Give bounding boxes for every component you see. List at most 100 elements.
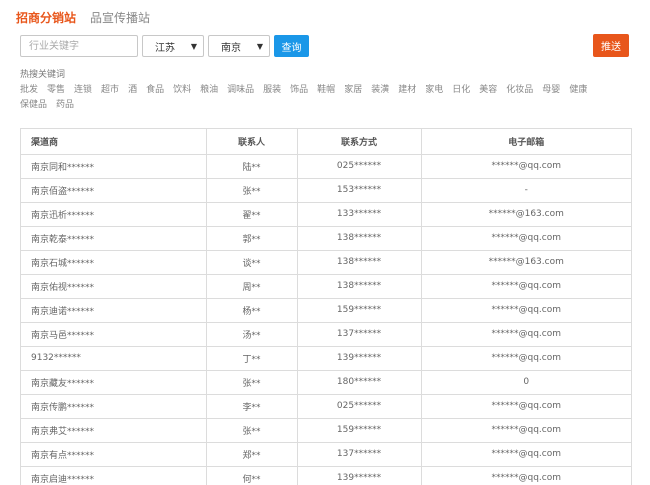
table-row: 9132****** 丁** 139****** ******@qq.com bbox=[21, 346, 631, 371]
header-email: 电子邮箱 bbox=[421, 129, 631, 155]
cell-email: ******@qq.com bbox=[421, 418, 631, 443]
table-row: 南京佰盗****** 张** 153****** - bbox=[21, 178, 631, 203]
hot-keyword-item[interactable]: 药品 bbox=[56, 99, 74, 111]
hot-keyword-item[interactable]: 建材 bbox=[398, 84, 416, 96]
cell-contact-method: 159****** bbox=[297, 298, 422, 323]
query-button[interactable]: 查询 bbox=[274, 35, 309, 57]
cell-distributor: 南京石城****** bbox=[21, 250, 207, 275]
table-row: 南京弗艾****** 张** 159****** ******@qq.com bbox=[21, 418, 631, 443]
cell-contact-method: 137****** bbox=[297, 322, 422, 347]
cell-contact-method: 139****** bbox=[297, 346, 422, 371]
hot-keyword-item[interactable]: 装潢 bbox=[371, 84, 389, 96]
table-row: 南京石城****** 谈** 138****** ******@163.com bbox=[21, 250, 631, 275]
cell-email: ******@qq.com bbox=[421, 394, 631, 419]
city-select[interactable]: 南京 ▼ bbox=[208, 35, 270, 57]
cell-distributor: 南京启迪****** bbox=[21, 466, 207, 485]
header-distributor: 渠道商 bbox=[21, 129, 207, 155]
cell-distributor: 南京马邑****** bbox=[21, 322, 207, 347]
cell-contact-method: 153****** bbox=[297, 178, 422, 203]
cell-contact-method: 138****** bbox=[297, 226, 422, 251]
hot-keyword-item[interactable]: 保健品 bbox=[20, 99, 47, 111]
cell-contact-person: 张** bbox=[206, 178, 298, 203]
cell-contact-person: 杨** bbox=[206, 298, 298, 323]
table-row: 南京传鹏****** 李** 025****** ******@qq.com bbox=[21, 394, 631, 419]
tab-brand-promotion[interactable]: 品宣传播站 bbox=[90, 10, 150, 26]
table-row: 南京藏友****** 张** 180****** 0 bbox=[21, 370, 631, 395]
cell-contact-person: 谈** bbox=[206, 250, 298, 275]
table-row: 南京有点****** 郑** 137****** ******@qq.com bbox=[21, 442, 631, 467]
header-contact-person: 联系人 bbox=[206, 129, 298, 155]
hot-keywords-title: 热搜关键词 bbox=[20, 70, 66, 80]
cell-contact-method: 025****** bbox=[297, 154, 422, 179]
cell-email: ******@qq.com bbox=[421, 274, 631, 299]
cell-distributor: 南京佑视****** bbox=[21, 274, 207, 299]
table-row: 南京同和****** 陆** 025****** ******@qq.com bbox=[21, 154, 631, 179]
table-row: 南京迪诺****** 杨** 159****** ******@qq.com bbox=[21, 298, 631, 323]
hot-keyword-item[interactable]: 家居 bbox=[344, 84, 362, 96]
cell-contact-person: 何** bbox=[206, 466, 298, 485]
cell-email: ******@163.com bbox=[421, 202, 631, 227]
push-button[interactable]: 推送 bbox=[593, 34, 629, 57]
hot-keyword-item[interactable]: 美容 bbox=[479, 84, 497, 96]
cell-email: ******@qq.com bbox=[421, 298, 631, 323]
hot-keyword-item[interactable]: 食品 bbox=[146, 84, 164, 96]
hot-keyword-item[interactable]: 服装 bbox=[263, 84, 281, 96]
hot-keyword-item[interactable]: 调味品 bbox=[227, 84, 254, 96]
cell-email: ******@qq.com bbox=[421, 322, 631, 347]
distributor-table: 渠道商 联系人 联系方式 电子邮箱 南京同和****** 陆** 025******… bbox=[20, 128, 632, 485]
tab-merchant-distribution[interactable]: 招商分销站 bbox=[16, 10, 76, 26]
hot-keyword-item[interactable]: 连锁 bbox=[74, 84, 92, 96]
hot-keyword-item[interactable]: 粮油 bbox=[200, 84, 218, 96]
industry-keyword-input[interactable] bbox=[20, 35, 138, 57]
hot-keyword-item[interactable]: 健康 bbox=[569, 84, 587, 96]
cell-email: ******@qq.com bbox=[421, 346, 631, 371]
cell-contact-method: 138****** bbox=[297, 250, 422, 275]
cell-contact-method: 159****** bbox=[297, 418, 422, 443]
province-select-value: 江苏 bbox=[155, 42, 175, 54]
province-select[interactable]: 江苏 ▼ bbox=[142, 35, 204, 57]
table-row: 南京乾泰****** 郭** 138****** ******@qq.com bbox=[21, 226, 631, 251]
chevron-down-icon: ▼ bbox=[256, 41, 263, 51]
header-contact-method: 联系方式 bbox=[297, 129, 422, 155]
hot-keyword-item[interactable]: 超市 bbox=[101, 84, 119, 96]
cell-distributor: 南京传鹏****** bbox=[21, 394, 207, 419]
cell-distributor: 9132****** bbox=[21, 346, 207, 371]
cell-email: ******@163.com bbox=[421, 250, 631, 275]
hot-keyword-item[interactable]: 家电 bbox=[425, 84, 443, 96]
cell-contact-person: 翟** bbox=[206, 202, 298, 227]
cell-contact-method: 137****** bbox=[297, 442, 422, 467]
cell-email: ******@qq.com bbox=[421, 442, 631, 467]
cell-contact-method: 025****** bbox=[297, 394, 422, 419]
cell-contact-person: 张** bbox=[206, 370, 298, 395]
cell-distributor: 南京迪诺****** bbox=[21, 298, 207, 323]
hot-keyword-item[interactable]: 饮料 bbox=[173, 84, 191, 96]
cell-distributor: 南京同和****** bbox=[21, 154, 207, 179]
cell-contact-person: 张** bbox=[206, 418, 298, 443]
cell-contact-person: 郭** bbox=[206, 226, 298, 251]
cell-contact-method: 133****** bbox=[297, 202, 422, 227]
cell-email: - bbox=[421, 178, 631, 203]
cell-distributor: 南京迅析****** bbox=[21, 202, 207, 227]
cell-contact-person: 郑** bbox=[206, 442, 298, 467]
hot-keyword-item[interactable]: 母婴 bbox=[542, 84, 560, 96]
hot-keyword-item[interactable]: 零售 bbox=[47, 84, 65, 96]
cell-email: ******@qq.com bbox=[421, 466, 631, 485]
table-row: 南京迅析****** 翟** 133****** ******@163.com bbox=[21, 202, 631, 227]
cell-contact-person: 丁** bbox=[206, 346, 298, 371]
cell-contact-person: 周** bbox=[206, 274, 298, 299]
cell-distributor: 南京佰盗****** bbox=[21, 178, 207, 203]
hot-keyword-item[interactable]: 鞋帽 bbox=[317, 84, 335, 96]
table-row: 南京马邑****** 汤** 137****** ******@qq.com bbox=[21, 322, 631, 347]
hot-keyword-item[interactable]: 日化 bbox=[452, 84, 470, 96]
cell-email: ******@qq.com bbox=[421, 154, 631, 179]
hot-keyword-item[interactable]: 酒 bbox=[128, 84, 137, 96]
cell-email: ******@qq.com bbox=[421, 226, 631, 251]
hot-keyword-item[interactable]: 化妆品 bbox=[506, 84, 533, 96]
cell-email: 0 bbox=[421, 370, 631, 395]
hot-keyword-item[interactable]: 批发 bbox=[20, 84, 38, 96]
cell-contact-person: 李** bbox=[206, 394, 298, 419]
cell-contact-method: 138****** bbox=[297, 274, 422, 299]
hot-keyword-item[interactable]: 饰品 bbox=[290, 84, 308, 96]
city-select-value: 南京 bbox=[221, 42, 241, 54]
cell-contact-person: 陆** bbox=[206, 154, 298, 179]
